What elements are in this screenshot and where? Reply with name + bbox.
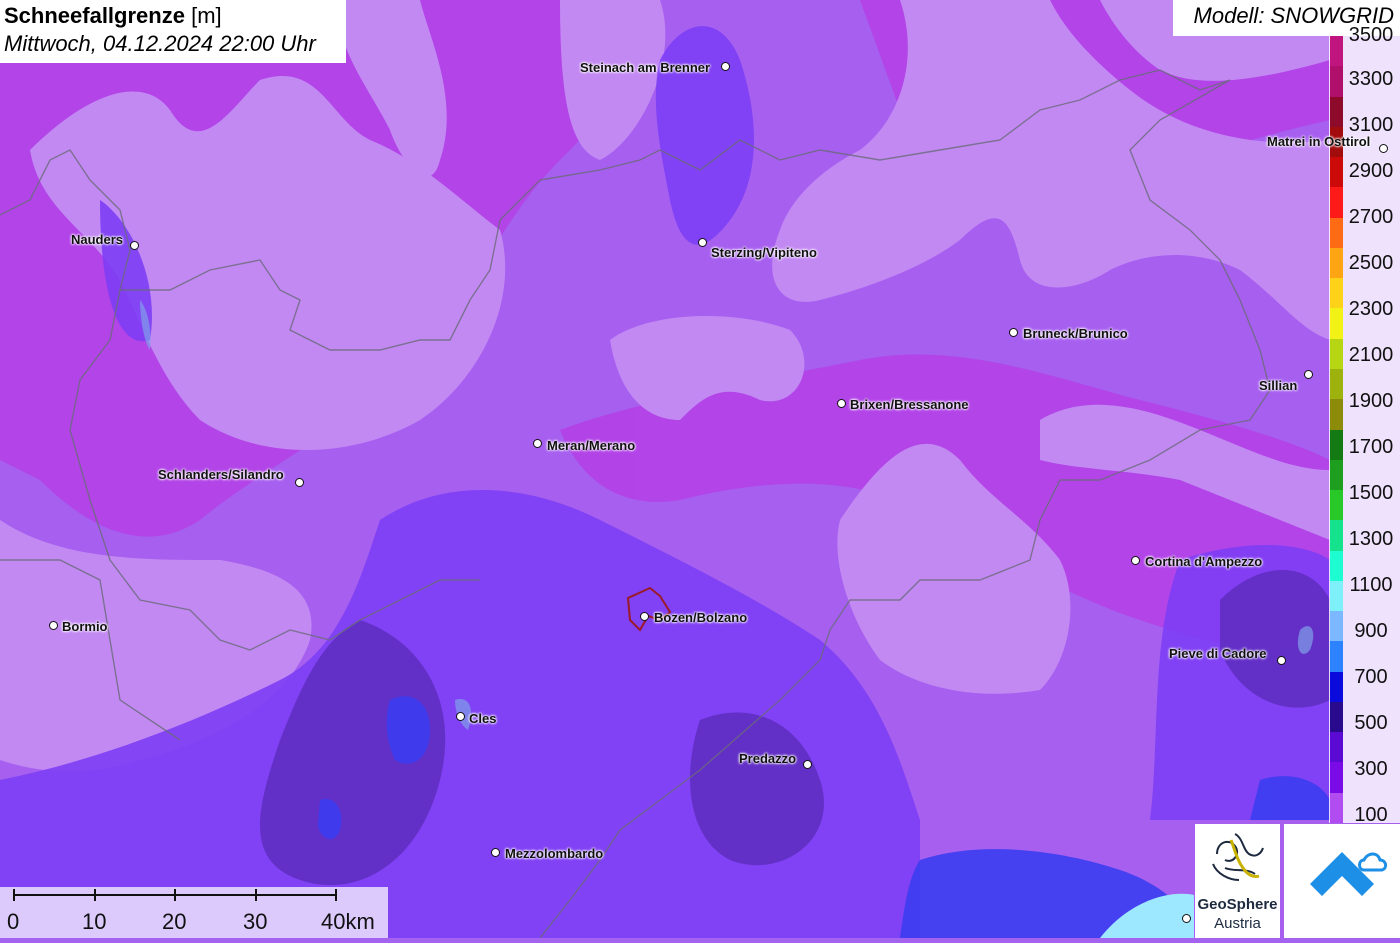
app-logo[interactable] — [1284, 824, 1400, 938]
legend-label: 2100 — [1348, 344, 1394, 366]
scale-label-30: 30 — [243, 909, 268, 934]
legend-swatch — [1330, 550, 1343, 582]
legend-swatch — [1330, 580, 1343, 612]
city-marker — [49, 621, 58, 630]
legend-label: 2500 — [1348, 252, 1394, 274]
geosphere-text-2: Austria — [1214, 915, 1261, 932]
legend-swatch — [1330, 611, 1343, 642]
scale-label-0: 0 — [7, 909, 20, 934]
legend-swatch — [1330, 308, 1343, 340]
city-marker — [1379, 144, 1388, 153]
city-marker — [837, 399, 846, 408]
scale-label-10: 10 — [82, 909, 107, 934]
city-marker — [533, 439, 542, 448]
map-title: Schneefallgrenze [m] — [4, 2, 342, 30]
city-label: Bormio — [62, 619, 108, 634]
legend-label: 3500 — [1348, 24, 1394, 46]
title-bold: Schneefallgrenze — [4, 3, 185, 28]
geosphere-text-1: GeoSphere — [1197, 896, 1278, 913]
scale-label-20: 20 — [162, 909, 187, 934]
legend-swatch — [1330, 429, 1343, 461]
legend-swatch — [1330, 459, 1343, 491]
app-logo-icon — [1310, 852, 1388, 896]
city-marker — [130, 241, 139, 250]
city-label: Cortina d'Ampezzo — [1145, 554, 1263, 569]
legend-label: 2900 — [1348, 160, 1394, 182]
city-marker — [491, 848, 500, 857]
city-label: Cles — [469, 711, 497, 726]
title-panel: Schneefallgrenze [m] Mittwoch, 04.12.202… — [0, 0, 346, 63]
legend-swatch — [1330, 278, 1343, 309]
title-unit: [m] — [191, 3, 222, 28]
geosphere-logo[interactable]: GeoSphere Austria — [1195, 824, 1280, 938]
legend-swatch — [1330, 368, 1343, 400]
city-label: Predazzo — [739, 751, 797, 766]
legend-swatch — [1330, 701, 1343, 733]
city-label: Sterzing/Vipiteno — [711, 245, 817, 260]
legend-swatch — [1330, 187, 1343, 219]
legend-swatch — [1330, 96, 1343, 128]
city-label: Meran/Merano — [547, 438, 636, 453]
legend-swatch — [1330, 671, 1343, 703]
city-label: Steinach am Brenner — [580, 60, 711, 75]
scale-bar: 0 10 20 30 40km — [0, 887, 388, 938]
legend-swatch — [1330, 641, 1343, 673]
city-marker — [1277, 656, 1286, 665]
city-label: Bruneck/Brunico — [1023, 326, 1128, 341]
legend-swatch — [1330, 520, 1343, 552]
legend-label: 1100 — [1349, 574, 1393, 596]
city-label: Schlanders/Silandro — [158, 467, 284, 482]
legend-label: 2300 — [1348, 298, 1394, 320]
geosphere-emblem-icon — [1212, 833, 1264, 881]
legend-swatch — [1330, 66, 1343, 98]
city-label: Matrei in Osttirol — [1267, 134, 1371, 149]
city-label: Nauders — [71, 232, 124, 247]
legend-label: 2700 — [1348, 206, 1394, 228]
city-label: Sillian — [1259, 378, 1298, 393]
legend-swatch — [1330, 732, 1343, 763]
legend-swatch — [1330, 762, 1343, 794]
city-marker — [640, 612, 649, 621]
legend-swatch — [1330, 247, 1343, 279]
legend-label: 500 — [1354, 712, 1388, 734]
legend-label: 100 — [1354, 804, 1388, 826]
legend-swatch — [1330, 490, 1343, 521]
legend-label: 1300 — [1348, 528, 1394, 550]
city-marker — [1182, 914, 1191, 923]
legend-label: 1500 — [1348, 482, 1394, 504]
city-label: Brixen/Bressanone — [850, 397, 969, 412]
legend-swatch — [1330, 399, 1343, 430]
legend-label: 700 — [1354, 666, 1388, 688]
legend-label: 1900 — [1348, 390, 1394, 412]
legend-label: 1700 — [1348, 436, 1394, 458]
legend-swatch — [1330, 36, 1343, 67]
city-marker — [1009, 328, 1018, 337]
legend-label: 900 — [1354, 620, 1388, 642]
city-marker — [456, 712, 465, 721]
legend-swatch — [1330, 217, 1343, 249]
legend-label: 300 — [1354, 758, 1388, 780]
city-marker — [803, 760, 812, 769]
map-datetime: Mittwoch, 04.12.2024 22:00 Uhr — [4, 31, 316, 56]
legend-swatch — [1330, 338, 1343, 370]
city-marker — [1304, 370, 1313, 379]
legend-label: 3100 — [1348, 114, 1394, 136]
scale-label-40km: 40km — [321, 909, 375, 934]
legend-label: 3300 — [1348, 68, 1394, 90]
legend-swatch — [1330, 792, 1343, 824]
color-legend: 3500 3300 3100 2900 2700 2500 2300 2100 1900 1700… — [1329, 24, 1400, 826]
city-label: Bozen/Bolzano — [654, 610, 748, 625]
city-marker — [1131, 556, 1140, 565]
city-label: Mezzolombardo — [505, 846, 604, 861]
legend-swatch — [1330, 157, 1343, 188]
city-label: Pieve di Cadore — [1169, 646, 1267, 661]
city-marker — [698, 238, 707, 247]
city-marker — [721, 62, 730, 71]
city-marker — [295, 478, 304, 487]
